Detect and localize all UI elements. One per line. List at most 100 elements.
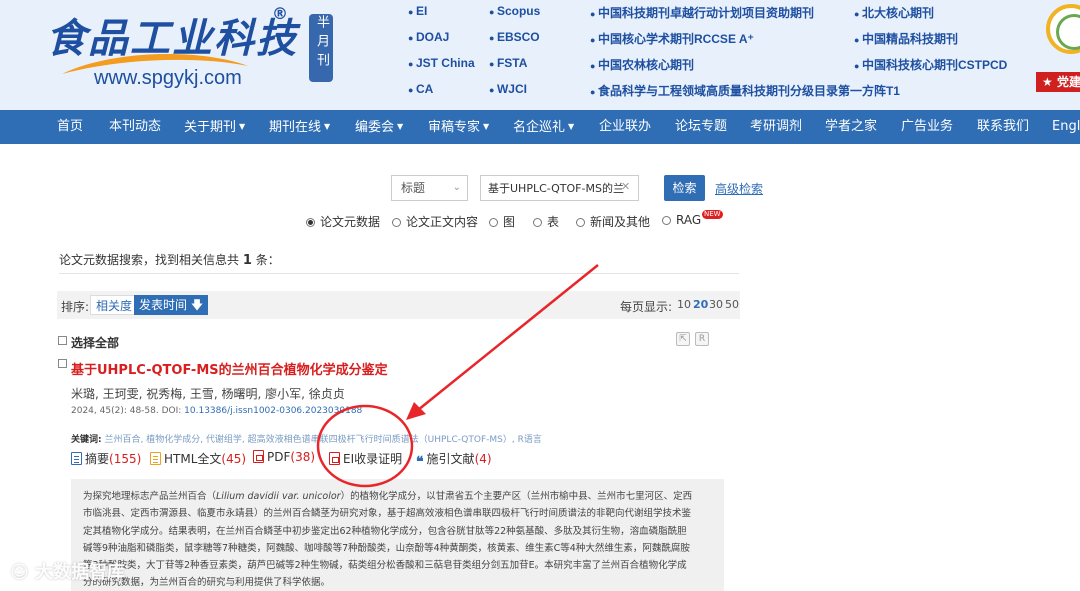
nav-online[interactable]: 期刊在线 ▼: [269, 110, 330, 144]
html-fulltext-link[interactable]: HTML全文(45): [150, 450, 246, 467]
nav-ads[interactable]: 广告业务: [901, 110, 953, 144]
nav-companies[interactable]: 名企巡礼 ▼: [513, 110, 574, 144]
abstract-text-6: 等3种酚胺类，大丁苷等2种香豆素类，葫芦巴碱等2种生物碱，萜类组分松香酸和三萜皂…: [83, 560, 687, 572]
pdf-label: PDF: [267, 450, 291, 464]
sort-relevance-button[interactable]: 相关度: [90, 295, 139, 315]
index-t1: 食品科学与工程领域高质量科技期刊分级目录第一方阵T1: [590, 82, 900, 99]
sort-label: 排序:: [61, 300, 90, 314]
chevron-down-icon: ▼: [397, 122, 404, 131]
paper-citation: 2024, 45(2): 48-58. DOI: 10.13386/j.issn…: [71, 406, 362, 416]
select-all-checkbox[interactable]: [58, 336, 67, 345]
nav-companies-label: 名企巡礼: [513, 120, 566, 135]
nav-home[interactable]: 首页: [57, 110, 83, 144]
document-icon: [71, 452, 82, 465]
nav-contact-label: 联系我们: [977, 119, 1030, 134]
per-page-20[interactable]: 20: [693, 298, 708, 311]
site-header: 食品工业科技 ® www.spgykj.com 半月刊 EI DOAJ JST …: [0, 0, 1080, 110]
nav-english[interactable]: English: [1052, 110, 1080, 144]
per-page-30[interactable]: 30: [709, 298, 723, 311]
frequency-text: 半月刊: [314, 15, 329, 72]
pdf-count: (38): [290, 450, 316, 464]
nav-postgrad-label: 考研调剂: [750, 119, 803, 134]
scope-label: 论文元数据: [320, 215, 381, 229]
search-input[interactable]: [480, 175, 639, 201]
nav-postgrad[interactable]: 考研调剂: [750, 110, 802, 144]
nav-news[interactable]: 本刊动态: [109, 110, 161, 144]
citing-articles-link[interactable]: ❝ 施引文献(4): [416, 450, 492, 470]
abstract-text-4: 定其植物化学成分。结果表明，在兰州百合鳞茎中初步鉴定出62种植物化学成分，包含谷…: [83, 525, 687, 537]
radio-icon: [576, 218, 585, 227]
scope-label: 新闻及其他: [590, 215, 651, 229]
radio-icon: [392, 218, 401, 227]
scope-radio-news[interactable]: 新闻及其他: [576, 213, 650, 230]
scope-radio-table[interactable]: 表: [533, 213, 559, 230]
nav-online-label: 期刊在线: [269, 120, 322, 135]
index-ca: CA: [408, 82, 433, 96]
abstract-count: (155): [109, 452, 142, 466]
sort-bar: 排序: 相关度 发表时间 🡇 每页显示: 10 20 30 50: [57, 291, 740, 319]
clear-icon[interactable]: ✕: [621, 180, 630, 193]
annotation-circle: [316, 404, 414, 488]
paper-authors[interactable]: 米璐, 王珂雯, 祝秀梅, 王雪, 杨曙明, 廖小军, 徐贞贞: [71, 385, 345, 402]
scope-radio-rag[interactable]: RAG: [662, 213, 701, 227]
nav-scholars[interactable]: 学者之家: [825, 110, 877, 144]
scope-radio-metadata[interactable]: 论文元数据: [306, 213, 380, 230]
export-icon[interactable]: ⇱: [676, 332, 690, 346]
nav-partners[interactable]: 企业联办: [599, 110, 651, 144]
nav-contact[interactable]: 联系我们: [977, 110, 1029, 144]
pdf-link[interactable]: PDF(38): [253, 450, 315, 464]
nav-home-label: 首页: [57, 119, 84, 134]
html-label: HTML全文: [164, 452, 222, 466]
scope-radio-fulltext[interactable]: 论文正文内容: [392, 213, 478, 230]
index-quality: 中国精品科技期刊: [854, 30, 958, 47]
chevron-down-icon: ▼: [568, 122, 575, 131]
abstract-text-1: 为探究地理标志产品兰州百合（: [83, 491, 217, 502]
ei-cert-label: EI收录证明: [343, 452, 403, 466]
search-field-value: 标题: [401, 181, 426, 195]
nav-about[interactable]: 关于期刊 ▼: [184, 110, 245, 144]
ei-certificate-link[interactable]: EI收录证明: [329, 450, 402, 467]
scope-label: 图: [503, 215, 516, 229]
chevron-down-icon: ▼: [483, 122, 490, 131]
search-button[interactable]: 检索: [664, 175, 705, 201]
search-field-select[interactable]: 标题 ⌄: [391, 175, 468, 201]
paper-checkbox[interactable]: [58, 359, 67, 368]
abstract-link[interactable]: 摘要(155): [71, 450, 141, 467]
doi-link[interactable]: 10.13386/j.issn1002-0306.2023030188: [184, 406, 362, 416]
scope-label: 论文正文内容: [406, 215, 479, 229]
index-ei: EI: [408, 4, 427, 18]
chevron-down-icon: ▼: [239, 122, 246, 131]
pdf-icon: [329, 452, 340, 465]
journal-url[interactable]: www.spgykj.com: [94, 67, 242, 90]
registered-mark: ®: [272, 4, 288, 23]
advanced-search-link[interactable]: 高级检索: [715, 180, 763, 197]
reference-icon[interactable]: R: [695, 332, 709, 346]
party-building-link[interactable]: ★ 党建: [1036, 72, 1080, 92]
watermark: ☺ 大数据智库: [10, 558, 125, 584]
watermark-icon: ☺: [10, 562, 29, 583]
index-agri-core: 中国农林核心期刊: [590, 56, 694, 73]
select-all-label: 选择全部: [71, 336, 120, 350]
nav-forum[interactable]: 论坛专题: [675, 110, 727, 144]
nav-about-label: 关于期刊: [184, 120, 237, 135]
sort-time-label: 发表时间: [139, 298, 188, 312]
html-count: (45): [221, 452, 247, 466]
nav-reviewers[interactable]: 审稿专家 ▼: [428, 110, 489, 144]
index-ebsco: EBSCO: [489, 30, 540, 44]
summary-suffix: 条：: [255, 253, 280, 267]
nav-editorial-label: 编委会: [355, 120, 395, 135]
index-excellence-plan: 中国科技期刊卓越行动计划项目资助期刊: [590, 4, 814, 21]
keywords-text[interactable]: 兰州百合, 植物化学成分, 代谢组学, 超高效液相色谱串联四极杆飞行时间质谱法（…: [104, 435, 541, 445]
paper-title-link[interactable]: 基于UHPLC-QTOF-MS的兰州百合植物化学成分鉴定: [71, 359, 388, 378]
index-cstpcd: 中国科技核心期刊CSTPCD: [854, 56, 1007, 73]
nav-forum-label: 论坛专题: [675, 119, 728, 134]
abstract-latin-name: Lilium davidii var. unicolor: [216, 491, 341, 502]
sort-time-button[interactable]: 发表时间 🡇: [134, 295, 209, 315]
radio-icon: [489, 218, 498, 227]
scope-radio-figure[interactable]: 图: [489, 213, 515, 230]
nav-editorial[interactable]: 编委会 ▼: [355, 110, 403, 144]
nav-english-label: English: [1052, 119, 1080, 134]
abstract-text-3: 市临洮县、定西市渭源县、临夏市永靖县）的兰州百合鳞茎为研究对象，基于超高效液相色…: [83, 508, 692, 520]
per-page-50[interactable]: 50: [725, 298, 739, 311]
per-page-10[interactable]: 10: [677, 298, 691, 311]
